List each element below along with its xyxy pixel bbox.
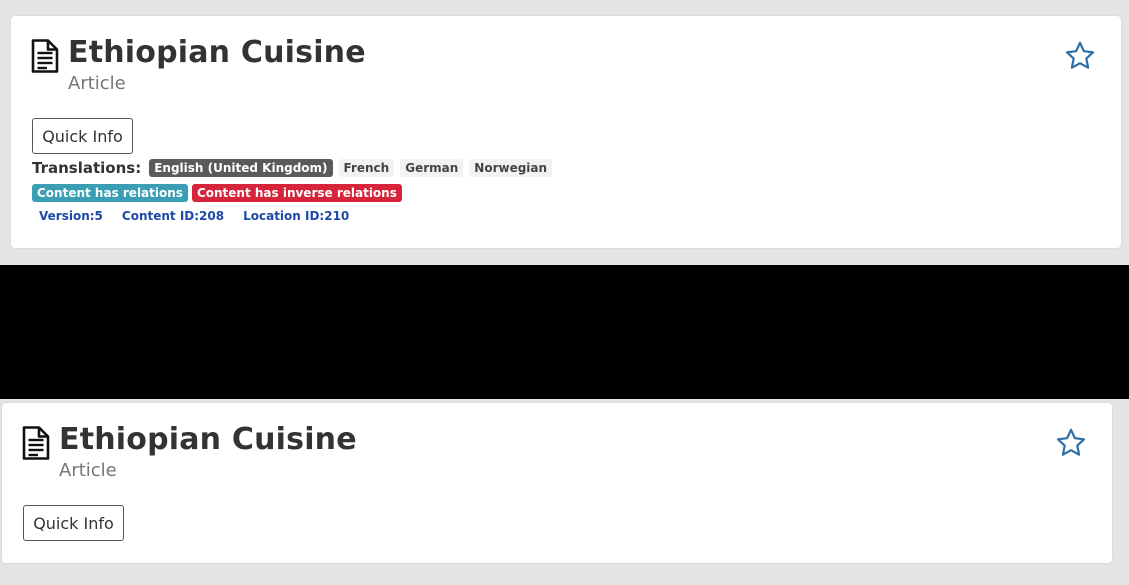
translation-badge-fr[interactable]: French	[338, 159, 395, 177]
translations-row: Translations: English (United Kingdom) F…	[32, 159, 553, 177]
document-icon	[22, 426, 50, 460]
inverse-relations-badge: Content has inverse relations	[191, 184, 402, 202]
version-label: Version:5	[39, 209, 103, 223]
page-title: Ethiopian Cuisine	[59, 422, 357, 457]
page-title: Ethiopian Cuisine	[68, 35, 366, 70]
location-id-label: Location ID:210	[243, 209, 350, 223]
relations-badge: Content has relations	[32, 184, 188, 202]
translations-label: Translations:	[32, 159, 142, 177]
content-header-card: Ethiopian Cuisine Article Quick Info Tra…	[11, 16, 1121, 248]
black-band	[0, 265, 1129, 399]
meta-row: Version:5 Content ID:208 Location ID:210	[39, 209, 349, 223]
translation-badge-en-gb[interactable]: English (United Kingdom)	[149, 159, 333, 177]
document-icon	[31, 39, 59, 73]
quick-info-button[interactable]: Quick Info	[23, 505, 124, 541]
translation-badge-no[interactable]: Norwegian	[469, 159, 553, 177]
relations-row: Content has relations Content has invers…	[32, 184, 402, 202]
content-type-label: Article	[68, 73, 126, 94]
content-id-label: Content ID:208	[121, 209, 225, 223]
content-type-label: Article	[59, 460, 117, 481]
content-header-card: Ethiopian Cuisine Article Quick Info	[2, 403, 1112, 563]
quick-info-button[interactable]: Quick Info	[32, 118, 133, 154]
translation-badge-de[interactable]: German	[400, 159, 464, 177]
star-outline-icon[interactable]	[1055, 427, 1087, 459]
star-outline-icon[interactable]	[1064, 40, 1096, 72]
